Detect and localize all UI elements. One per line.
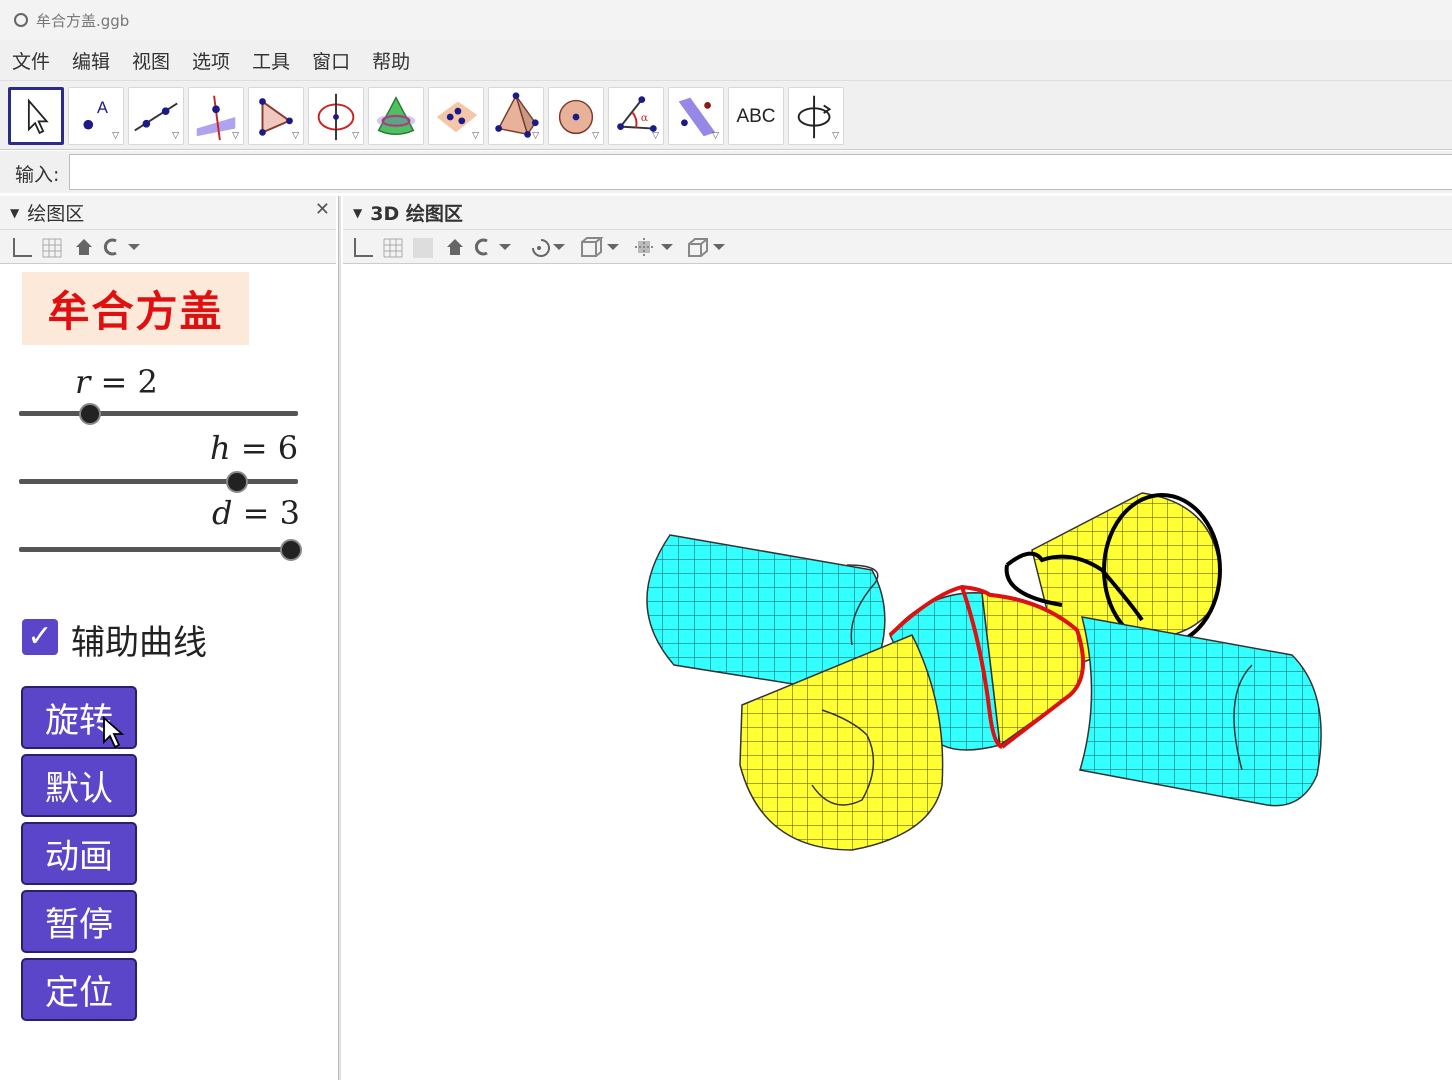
- circle-tool[interactable]: ▽: [308, 87, 364, 145]
- home-icon[interactable]: [72, 236, 96, 258]
- menu-bar: 文件 编辑 视图 选项 工具 窗口 帮助: [0, 40, 1452, 80]
- steinmetz-solid-figure: [646, 492, 1322, 851]
- input-bar: 输入:: [0, 151, 1452, 193]
- grid-icon[interactable]: [40, 236, 64, 258]
- slider-d-track[interactable]: [19, 547, 298, 552]
- rotate-view-tool[interactable]: ▽: [788, 87, 844, 145]
- menu-help[interactable]: 帮助: [372, 47, 410, 74]
- view3d-panel-title: 3D 绘图区: [370, 203, 463, 225]
- input-field[interactable]: [69, 154, 1452, 190]
- text-tool[interactable]: ABC: [728, 87, 784, 145]
- point-tool[interactable]: A ▽: [68, 87, 124, 145]
- slider-d-knob[interactable]: [280, 539, 302, 561]
- sphere-tool[interactable]: ▽: [548, 87, 604, 145]
- slider-h-track[interactable]: [19, 479, 298, 484]
- slider-d-label: d = 3: [212, 494, 300, 532]
- home-icon[interactable]: [443, 236, 467, 258]
- point-capture-icon[interactable]: [102, 236, 144, 258]
- slider-h-knob[interactable]: [226, 471, 249, 493]
- menu-options[interactable]: 选项: [192, 47, 230, 74]
- projection-icon[interactable]: [685, 236, 727, 258]
- locate-button[interactable]: 定位: [21, 958, 137, 1021]
- slider-d-value: 3: [279, 494, 300, 532]
- plane-icon[interactable]: [411, 236, 435, 258]
- slider-h-var: h: [210, 429, 231, 467]
- pyramid-tool[interactable]: ▽: [488, 87, 544, 145]
- sheet-title: 牟合方盖: [22, 272, 249, 345]
- menu-file[interactable]: 文件: [12, 47, 50, 74]
- collapse-triangle-icon[interactable]: ▼: [353, 206, 362, 220]
- svg-text:α: α: [641, 112, 648, 124]
- view3d-canvas[interactable]: [342, 265, 1452, 1080]
- move-tool[interactable]: [8, 87, 64, 145]
- helper-curve-checkbox[interactable]: ✓: [22, 619, 58, 655]
- view-direction-icon[interactable]: [633, 236, 675, 258]
- slider-r-value: 2: [137, 363, 158, 401]
- slider-h-value: 6: [277, 429, 299, 467]
- graphics-panel-title: 绘图区: [27, 203, 85, 225]
- graphics-panel-header: ▼ 绘图区 ✕: [0, 196, 336, 230]
- collapse-triangle-icon[interactable]: ▼: [10, 206, 19, 220]
- tool-bar: A ▽ ▽ ▽ ▽ ▽ ▽ ▽ ▽ α ▽ ▽ ABC ▽: [0, 80, 1452, 150]
- axes-icon[interactable]: [351, 236, 375, 258]
- text-icon: ABC: [736, 106, 776, 127]
- helper-curve-label: 辅助曲线: [71, 623, 207, 663]
- intersect-tool[interactable]: [368, 87, 424, 145]
- default-button[interactable]: 默认: [21, 754, 137, 817]
- menu-edit[interactable]: 编辑: [72, 47, 110, 74]
- window-title: 牟合方盖.ggb: [36, 11, 130, 30]
- reflect-tool[interactable]: ▽: [668, 87, 724, 145]
- menu-tools[interactable]: 工具: [252, 47, 290, 74]
- mouse-cursor-icon: [103, 716, 125, 749]
- point-capture-icon[interactable]: [473, 236, 515, 258]
- menu-view[interactable]: 视图: [132, 47, 170, 74]
- polygon-tool[interactable]: ▽: [248, 87, 304, 145]
- angle-tool[interactable]: α ▽: [608, 87, 664, 145]
- slider-r-label: r = 2: [75, 363, 158, 401]
- line-tool[interactable]: ▽: [128, 87, 184, 145]
- cone-icon: [376, 96, 416, 136]
- menu-window[interactable]: 窗口: [312, 47, 350, 74]
- input-label: 输入:: [15, 164, 60, 186]
- slider-r-knob[interactable]: [79, 403, 101, 425]
- panel-divider[interactable]: [338, 196, 341, 1080]
- pause-button[interactable]: 暂停: [21, 890, 137, 953]
- slider-r-var: r: [75, 363, 91, 401]
- animate-button[interactable]: 动画: [21, 822, 137, 885]
- geogebra-app-icon: [14, 13, 28, 27]
- svg-text:A: A: [97, 99, 108, 117]
- close-icon[interactable]: ✕: [315, 199, 330, 220]
- grid-icon[interactable]: [381, 236, 405, 258]
- graphics-style-bar: [0, 230, 336, 264]
- slider-r-track[interactable]: [19, 411, 298, 416]
- plane-tool[interactable]: ▽: [428, 87, 484, 145]
- view3d-panel-header: ▼ 3D 绘图区: [343, 196, 1452, 230]
- slider-d-var: d: [212, 494, 233, 532]
- slider-h-label: h = 6: [210, 429, 299, 467]
- perpendicular-tool[interactable]: ▽: [188, 87, 244, 145]
- axes-icon[interactable]: [10, 236, 34, 258]
- pointer-icon: [27, 98, 49, 135]
- clipping-box-icon[interactable]: [579, 236, 621, 258]
- title-bar: 牟合方盖.ggb: [0, 0, 1452, 40]
- view3d-style-bar: [343, 230, 1452, 264]
- cyan-cylinder-right: [1079, 616, 1322, 807]
- rotate-animation-icon[interactable]: [525, 236, 567, 258]
